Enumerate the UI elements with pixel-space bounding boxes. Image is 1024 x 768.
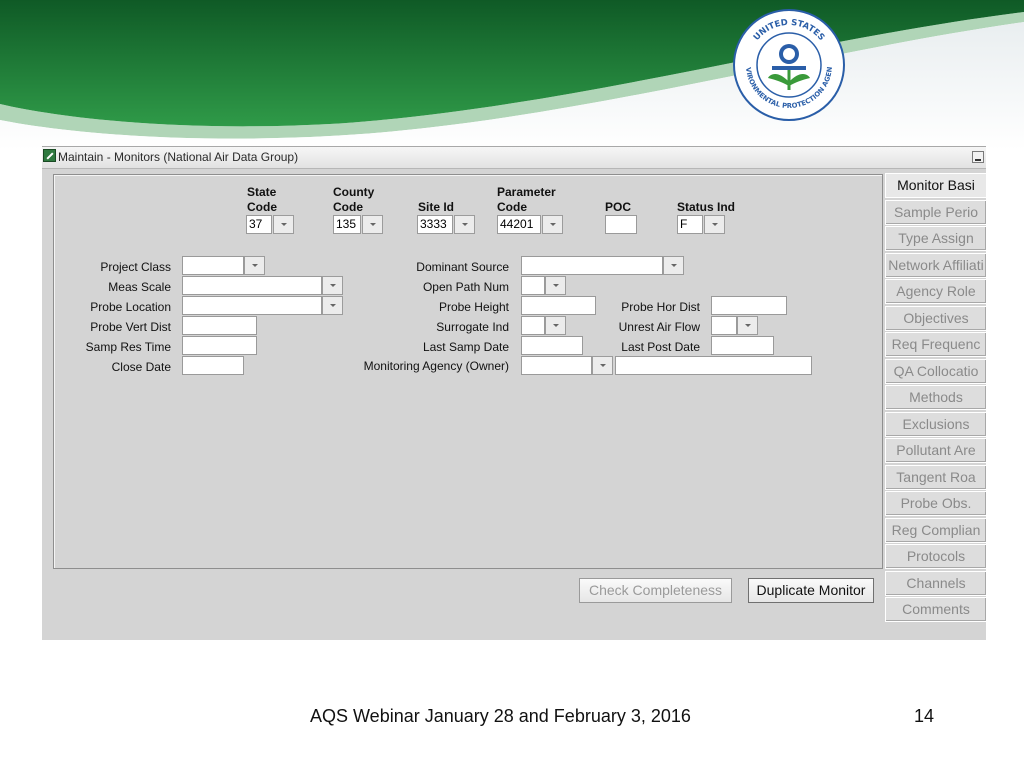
status-ind-field[interactable]: F <box>677 215 703 234</box>
tab-methods[interactable]: Methods <box>885 385 986 410</box>
tab-probe-obs[interactable]: Probe Obs. <box>885 491 986 516</box>
window-title: Maintain - Monitors (National Air Data G… <box>58 150 299 164</box>
project-class-field[interactable] <box>182 256 244 275</box>
tab-type-assign[interactable]: Type Assign <box>885 226 986 251</box>
header-banner <box>0 0 1024 150</box>
probe-height-field[interactable] <box>521 296 596 315</box>
parameter-code-label: Parameter Code <box>497 185 556 214</box>
dominant-source-label: Dominant Source <box>416 260 509 274</box>
footer-caption: AQS Webinar January 28 and February 3, 2… <box>310 706 691 726</box>
window-titlebar: Maintain - Monitors (National Air Data G… <box>42 147 986 169</box>
monitors-window: Maintain - Monitors (National Air Data G… <box>42 146 986 640</box>
tab-tangent-road[interactable]: Tangent Roa <box>885 464 986 490</box>
parameter-code-field[interactable]: 44201 <box>497 215 541 234</box>
check-completeness-button[interactable]: Check Completeness <box>579 578 732 603</box>
probe-location-field[interactable] <box>182 296 322 315</box>
state-code-label: State Code <box>247 185 277 214</box>
county-code-field[interactable]: 135 <box>333 215 361 234</box>
last-samp-date-field[interactable] <box>521 336 583 355</box>
duplicate-monitor-button[interactable]: Duplicate Monitor <box>748 578 874 603</box>
probe-vert-dist-field[interactable] <box>182 316 257 335</box>
dominant-source-dropdown[interactable] <box>663 256 684 275</box>
tab-exclusions[interactable]: Exclusions <box>885 411 986 437</box>
site-id-field[interactable]: 3333 <box>417 215 453 234</box>
epa-seal-logo: UNITED STATES ENVIRONMENTAL PROTECTION A… <box>732 8 845 121</box>
meas-scale-label: Meas Scale <box>108 280 171 294</box>
tab-objectives[interactable]: Objectives <box>885 305 986 331</box>
probe-location-label: Probe Location <box>90 300 171 314</box>
app-icon <box>43 149 56 162</box>
monitoring-agency-name-field[interactable] <box>615 356 812 375</box>
tab-agency-role[interactable]: Agency Role <box>885 279 986 304</box>
tab-channels[interactable]: Channels <box>885 570 986 596</box>
tab-protocols[interactable]: Protocols <box>885 544 986 569</box>
probe-location-dropdown[interactable] <box>322 296 343 315</box>
meas-scale-field[interactable] <box>182 276 322 295</box>
samp-res-time-field[interactable] <box>182 336 257 355</box>
probe-hor-dist-field[interactable] <box>711 296 787 315</box>
monitoring-agency-label: Monitoring Agency (Owner) <box>363 359 509 373</box>
open-path-num-label: Open Path Num <box>422 280 509 294</box>
tab-qa-collocation[interactable]: QA Collocatio <box>885 358 986 384</box>
project-class-dropdown[interactable] <box>244 256 265 275</box>
tab-pollutant-area[interactable]: Pollutant Are <box>885 438 986 463</box>
surrogate-ind-label: Surrogate Ind <box>436 320 509 334</box>
close-date-label: Close Date <box>111 360 171 374</box>
probe-vert-dist-label: Probe Vert Dist <box>90 320 171 334</box>
last-post-date-field[interactable] <box>711 336 774 355</box>
tab-monitor-basic[interactable]: Monitor Basi <box>885 173 986 198</box>
probe-height-label: Probe Height <box>438 300 509 314</box>
last-samp-date-label: Last Samp Date <box>422 340 509 354</box>
surrogate-ind-dropdown[interactable] <box>545 316 566 335</box>
tab-sample-periods[interactable]: Sample Perio <box>885 199 986 225</box>
unrest-air-flow-dropdown[interactable] <box>737 316 758 335</box>
parameter-code-dropdown[interactable] <box>542 215 563 234</box>
samp-res-time-label: Samp Res Time <box>85 340 171 354</box>
dominant-source-field[interactable] <box>521 256 663 275</box>
project-class-label: Project Class <box>100 260 171 274</box>
status-ind-dropdown[interactable] <box>704 215 725 234</box>
minimize-button[interactable] <box>972 151 984 163</box>
county-code-dropdown[interactable] <box>362 215 383 234</box>
last-post-date-label: Last Post Date <box>621 340 700 354</box>
probe-hor-dist-label: Probe Hor Dist <box>621 300 700 314</box>
poc-field[interactable] <box>605 215 637 234</box>
poc-label: POC <box>605 200 632 214</box>
unrest-air-flow-field[interactable] <box>711 316 737 335</box>
close-date-field[interactable] <box>182 356 244 375</box>
unrest-air-flow-label: Unrest Air Flow <box>618 320 700 334</box>
tab-comments[interactable]: Comments <box>885 597 986 622</box>
status-ind-label: Status Ind <box>677 200 736 214</box>
site-id-label: Site Id <box>418 200 455 214</box>
open-path-num-field[interactable] <box>521 276 545 295</box>
state-code-field[interactable]: 37 <box>246 215 272 234</box>
tab-reg-compliance[interactable]: Reg Complian <box>885 517 986 543</box>
tab-req-frequency[interactable]: Req Frequenc <box>885 332 986 357</box>
site-id-dropdown[interactable] <box>454 215 475 234</box>
page-number: 14 <box>914 706 935 726</box>
state-code-dropdown[interactable] <box>273 215 294 234</box>
meas-scale-dropdown[interactable] <box>322 276 343 295</box>
monitoring-agency-code-field[interactable] <box>521 356 592 375</box>
monitoring-agency-dropdown[interactable] <box>592 356 613 375</box>
monitor-basic-panel: State Code County Code Site Id Parameter Co… <box>53 174 883 569</box>
tab-network-affiliation[interactable]: Network Affiliati <box>885 252 986 278</box>
open-path-num-dropdown[interactable] <box>545 276 566 295</box>
surrogate-ind-field[interactable] <box>521 316 545 335</box>
county-code-label: County Code <box>333 185 375 214</box>
